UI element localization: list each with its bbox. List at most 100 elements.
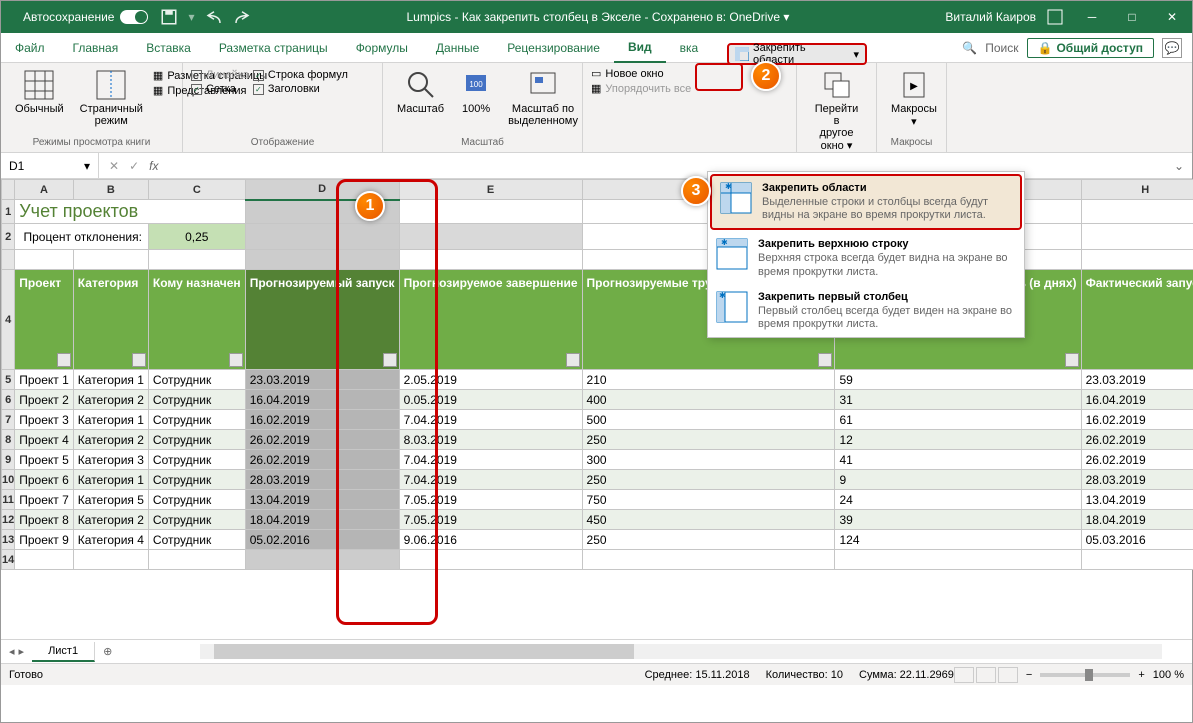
- cell[interactable]: 9.06.2016: [399, 530, 582, 550]
- pct-label[interactable]: Процент отклонения:: [15, 224, 149, 250]
- redo-icon[interactable]: [233, 8, 251, 26]
- cell[interactable]: 210: [582, 370, 835, 390]
- ribbon-options-icon[interactable]: [1046, 8, 1064, 26]
- cell[interactable]: 450: [582, 510, 835, 530]
- cell[interactable]: 59: [835, 370, 1081, 390]
- cell[interactable]: Категория 1: [73, 370, 148, 390]
- cell[interactable]: 41: [835, 450, 1081, 470]
- cell[interactable]: 18.04.2019: [245, 510, 399, 530]
- gridlines-checkbox[interactable]: ✓: [191, 84, 202, 95]
- cell[interactable]: Сотрудник: [148, 470, 245, 490]
- cell[interactable]: Сотрудник: [148, 430, 245, 450]
- tab-help[interactable]: вка: [666, 33, 713, 63]
- cell[interactable]: 250: [582, 530, 835, 550]
- share-button[interactable]: 🔒 Общий доступ: [1027, 38, 1154, 58]
- cell[interactable]: 61: [835, 410, 1081, 430]
- cell[interactable]: 16.04.2019: [245, 390, 399, 410]
- view-break-icon[interactable]: [998, 667, 1018, 683]
- cell[interactable]: Проект 3: [15, 410, 74, 430]
- freeze-panes-button[interactable]: Закрепить области ▾: [727, 43, 867, 65]
- cell[interactable]: 7.05.2019: [399, 510, 582, 530]
- cell[interactable]: 26.02.2019: [245, 430, 399, 450]
- cancel-formula-icon[interactable]: ✕: [109, 159, 119, 173]
- cell[interactable]: 9: [835, 470, 1081, 490]
- cell[interactable]: Категория 2: [73, 510, 148, 530]
- cell[interactable]: 8.03.2019: [399, 430, 582, 450]
- ruler-checkbox[interactable]: [191, 70, 202, 81]
- cell[interactable]: 750: [582, 490, 835, 510]
- filter-icon[interactable]: [1065, 353, 1079, 367]
- switch-windows-button[interactable]: Перейти в другое окно ▾: [805, 65, 868, 156]
- table-header[interactable]: Прогнозируемое завершение: [399, 270, 582, 370]
- cell[interactable]: 0.05.2019: [399, 390, 582, 410]
- table-header[interactable]: Категория: [73, 270, 148, 370]
- zoom-in-button[interactable]: +: [1138, 669, 1144, 681]
- zoom-out-button[interactable]: −: [1026, 669, 1032, 681]
- cell[interactable]: 250: [582, 430, 835, 450]
- confirm-formula-icon[interactable]: ✓: [129, 159, 139, 173]
- cell[interactable]: Сотрудник: [148, 510, 245, 530]
- tab-file[interactable]: Файл: [1, 33, 59, 63]
- headings-checkbox[interactable]: ✓: [253, 84, 264, 95]
- user-name[interactable]: Виталий Каиров: [945, 10, 1036, 24]
- sheet-tab-1[interactable]: Лист1: [32, 642, 95, 662]
- cell[interactable]: 23.03.2019: [245, 370, 399, 390]
- table-header[interactable]: Прогнозируемый запуск: [245, 270, 399, 370]
- filter-icon[interactable]: [57, 353, 71, 367]
- comments-button[interactable]: 💬: [1162, 38, 1182, 58]
- cell[interactable]: 23.03.2019: [1081, 370, 1193, 390]
- cell[interactable]: Проект 5: [15, 450, 74, 470]
- filter-icon[interactable]: [229, 353, 243, 367]
- sheet-prev-icon[interactable]: ◂: [9, 645, 15, 658]
- cell[interactable]: 05.03.2016: [1081, 530, 1193, 550]
- zoom-100-button[interactable]: 100 100%: [454, 65, 498, 119]
- tab-data[interactable]: Данные: [422, 33, 493, 63]
- cell[interactable]: Проект 7: [15, 490, 74, 510]
- zoom-slider[interactable]: [1040, 673, 1130, 677]
- zoom-level[interactable]: 100 %: [1153, 669, 1184, 681]
- cell[interactable]: Категория 1: [73, 470, 148, 490]
- sheet-title[interactable]: Учет проектов: [15, 200, 245, 224]
- cell[interactable]: Проект 8: [15, 510, 74, 530]
- cell[interactable]: 26.02.2019: [245, 450, 399, 470]
- cell[interactable]: 16.04.2019: [1081, 390, 1193, 410]
- freeze-first-col-option[interactable]: ✱ Закрепить первый столбец Первый столбе…: [708, 285, 1024, 337]
- cell[interactable]: Сотрудник: [148, 410, 245, 430]
- search-label[interactable]: Поиск: [985, 41, 1018, 55]
- autosave-toggle[interactable]: Автосохранение: [23, 10, 148, 24]
- tab-home[interactable]: Главная: [59, 33, 133, 63]
- view-layout-icon[interactable]: [976, 667, 996, 683]
- cell[interactable]: Сотрудник: [148, 370, 245, 390]
- view-normal-button[interactable]: Обычный: [9, 65, 70, 119]
- undo-icon[interactable]: [205, 8, 223, 26]
- toggle-switch[interactable]: [120, 10, 148, 24]
- cell[interactable]: Сотрудник: [148, 530, 245, 550]
- tab-layout[interactable]: Разметка страницы: [205, 33, 342, 63]
- col-header-B[interactable]: B: [73, 180, 148, 200]
- cell[interactable]: 300: [582, 450, 835, 470]
- formulabar-checkbox[interactable]: ✓: [253, 70, 264, 81]
- cell[interactable]: 7.04.2019: [399, 450, 582, 470]
- cell[interactable]: Проект 1: [15, 370, 74, 390]
- tab-view[interactable]: Вид: [614, 33, 666, 63]
- qat-dropdown-icon[interactable]: ▾: [188, 10, 194, 24]
- fx-icon[interactable]: fx: [149, 159, 158, 173]
- pct-value[interactable]: 0,25: [148, 224, 245, 250]
- zoom-button[interactable]: Масштаб: [391, 65, 450, 119]
- formula-expand-icon[interactable]: ⌄: [1174, 159, 1188, 173]
- cell[interactable]: Сотрудник: [148, 490, 245, 510]
- cell[interactable]: Категория 1: [73, 410, 148, 430]
- view-normal-icon[interactable]: [954, 667, 974, 683]
- cell[interactable]: 124: [835, 530, 1081, 550]
- table-header[interactable]: Кому назначен: [148, 270, 245, 370]
- cell[interactable]: Сотрудник: [148, 450, 245, 470]
- tab-insert[interactable]: Вставка: [132, 33, 205, 63]
- filter-icon[interactable]: [383, 353, 397, 367]
- macros-button[interactable]: ▶ Макросы ▾: [885, 65, 943, 132]
- cell[interactable]: Проект 9: [15, 530, 74, 550]
- cell[interactable]: Проект 4: [15, 430, 74, 450]
- cell[interactable]: 28.03.2019: [1081, 470, 1193, 490]
- freeze-panes-option[interactable]: ✱ Закрепить области Выделенные строки и …: [710, 174, 1022, 230]
- cell[interactable]: Проект 2: [15, 390, 74, 410]
- cell[interactable]: Сотрудник: [148, 390, 245, 410]
